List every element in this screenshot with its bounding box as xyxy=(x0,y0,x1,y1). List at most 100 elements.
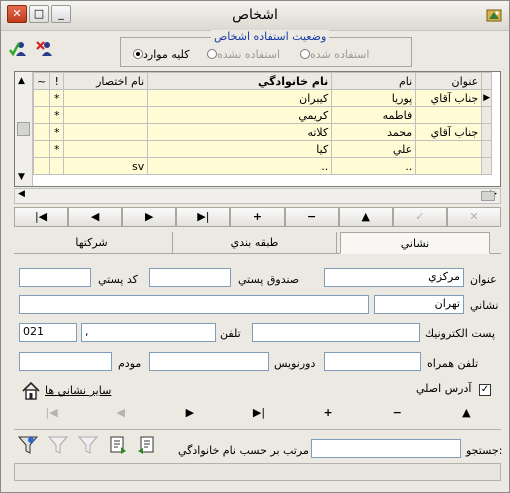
row-indicator xyxy=(481,157,493,175)
cell-short-name[interactable] xyxy=(63,140,149,158)
home-icon[interactable] xyxy=(21,381,41,401)
first-address-button[interactable]: |◀ xyxy=(17,404,86,424)
scroll-thumb[interactable] xyxy=(17,122,30,136)
street-address-field[interactable] xyxy=(19,295,369,314)
table-row[interactable]: sv .. .. xyxy=(32,157,493,175)
cell-short-name[interactable] xyxy=(63,106,149,124)
col-header-title[interactable]: عنوان xyxy=(415,72,483,90)
delete-address-button[interactable]: − xyxy=(363,404,432,424)
scroll-thumb[interactable] xyxy=(481,191,495,201)
prev-record-button[interactable]: ◀ xyxy=(68,207,123,227)
cell-family-name[interactable]: كلاته xyxy=(147,123,333,141)
export-icon[interactable] xyxy=(107,434,129,456)
table-row[interactable]: * كلاته محمد جناب آقاي xyxy=(32,123,493,141)
edit-address-button[interactable]: ▲ xyxy=(432,404,501,424)
tab-companies[interactable]: شركتها xyxy=(14,232,169,254)
cell-title[interactable] xyxy=(415,157,483,175)
cancel-record-button[interactable]: ✕ xyxy=(446,207,501,227)
divider xyxy=(14,429,501,430)
radio-all[interactable]: كليه موارد xyxy=(130,48,189,61)
scroll-up-icon[interactable]: ▲ xyxy=(18,76,25,86)
col-header-family-name[interactable]: نام خانوادگي xyxy=(147,72,333,90)
search-input[interactable] xyxy=(311,439,461,458)
main-address-checkbox[interactable]: ✓ xyxy=(479,384,491,396)
address-title-field[interactable]: مركزي xyxy=(324,268,464,287)
last-address-button[interactable]: ▶| xyxy=(224,404,293,424)
cell-title[interactable]: جناب آقاي xyxy=(415,89,483,107)
modem-label: مودم xyxy=(118,357,142,370)
delete-record-button[interactable]: − xyxy=(284,207,339,227)
persons-grid[interactable]: ▲ ▼ ~ ! نام اختصار نام خانوادگي نام عنوا… xyxy=(14,71,501,187)
col-header-flag[interactable]: ! xyxy=(49,72,65,90)
col-header-short-name[interactable]: نام اختصار xyxy=(63,72,149,90)
cell-family-name[interactable]: كريمي xyxy=(147,106,333,124)
cell-family-name[interactable]: .. xyxy=(147,157,333,175)
cell-tilde xyxy=(32,157,51,175)
col-header-name[interactable]: نام xyxy=(331,72,417,90)
app-icon xyxy=(486,9,502,22)
city-field[interactable]: تهران xyxy=(374,295,464,314)
first-record-button[interactable]: |◀ xyxy=(14,207,69,227)
cell-short-name[interactable]: sv xyxy=(63,157,149,175)
col-header-tilde[interactable]: ~ xyxy=(32,72,51,90)
insert-address-button[interactable]: + xyxy=(294,404,363,424)
pobox-label: صندوق پستي xyxy=(238,273,300,286)
prev-address-button[interactable]: ◀ xyxy=(86,404,155,424)
tab-address[interactable]: نشاني xyxy=(340,232,490,254)
add-person-icon[interactable] xyxy=(8,38,30,60)
grid-table: ~ ! نام اختصار نام خانوادگي نام عنوان * … xyxy=(32,72,493,175)
title-bar: ✕ □ _ اشخاص xyxy=(1,1,509,31)
cell-name[interactable]: علي xyxy=(331,140,417,158)
last-record-button[interactable]: ▶| xyxy=(176,207,231,227)
cell-family-name[interactable]: كيا xyxy=(147,140,333,158)
tab-classification[interactable]: طبقه بندي xyxy=(172,232,337,254)
scroll-left-icon[interactable]: ◀ xyxy=(18,189,25,199)
table-row[interactable]: * كيا علي xyxy=(32,140,493,158)
cell-title[interactable] xyxy=(415,106,483,124)
cell-title[interactable]: جناب آقاي xyxy=(415,123,483,141)
modem-field[interactable] xyxy=(19,352,112,371)
cell-tilde xyxy=(32,89,51,107)
cell-name[interactable]: پوريا xyxy=(331,89,417,107)
area-code-field[interactable]: 021 xyxy=(19,323,77,342)
grid-header-row: ~ ! نام اختصار نام خانوادگي نام عنوان xyxy=(32,72,493,90)
pobox-field[interactable] xyxy=(149,268,231,287)
grid-horizontal-scrollbar[interactable]: ◀ ▶ xyxy=(14,188,501,204)
radio-used[interactable]: استفاده شده xyxy=(297,48,369,61)
cell-title[interactable] xyxy=(415,140,483,158)
cell-flag: * xyxy=(49,89,65,107)
filter-icon[interactable] xyxy=(17,434,39,456)
cell-name[interactable]: فاطمه xyxy=(331,106,417,124)
row-indicator xyxy=(481,123,493,141)
import-icon[interactable] xyxy=(135,434,157,456)
cell-name[interactable]: محمد xyxy=(331,123,417,141)
other-addresses-link[interactable]: ساير نشاني ها xyxy=(45,384,111,397)
radio-dot xyxy=(300,49,310,59)
insert-record-button[interactable]: + xyxy=(230,207,285,227)
table-row[interactable]: * كيبران پوريا جناب آقاي ▶ xyxy=(32,89,493,107)
cell-family-name[interactable]: كيبران xyxy=(147,89,333,107)
grid-vertical-scrollbar[interactable]: ▲ ▼ xyxy=(15,72,33,186)
fax-field[interactable] xyxy=(149,352,269,371)
mobile-field[interactable] xyxy=(324,352,421,371)
cell-name[interactable]: .. xyxy=(331,157,417,175)
filter-disabled-icon[interactable] xyxy=(47,434,69,456)
postcode-field[interactable] xyxy=(19,268,91,287)
clear-filter-icon[interactable] xyxy=(77,434,99,456)
edit-record-button[interactable]: ▲ xyxy=(338,207,393,227)
cell-short-name[interactable] xyxy=(63,89,149,107)
next-record-button[interactable]: ▶ xyxy=(122,207,177,227)
grid-navigator: |◀ ◀ ▶ ▶| + − ▲ ✓ ✕ xyxy=(14,207,501,227)
radio-used-label: استفاده شده xyxy=(310,48,370,61)
remove-person-icon[interactable] xyxy=(34,38,56,60)
next-address-button[interactable]: ▶ xyxy=(155,404,224,424)
email-field[interactable] xyxy=(252,323,420,342)
post-record-button[interactable]: ✓ xyxy=(392,207,447,227)
scroll-down-icon[interactable]: ▼ xyxy=(18,172,25,182)
radio-unused[interactable]: استفاده نشده xyxy=(204,48,280,61)
usage-filter-group: وضعيت استفاده اشخاص استفاده شده استفاده … xyxy=(120,30,412,67)
phone-field[interactable]: , xyxy=(81,323,216,342)
window: ✕ □ _ اشخاص وضعيت استفاده اشخاص استفاده … xyxy=(0,0,510,493)
table-row[interactable]: * كريمي فاطمه xyxy=(32,106,493,124)
cell-short-name[interactable] xyxy=(63,123,149,141)
